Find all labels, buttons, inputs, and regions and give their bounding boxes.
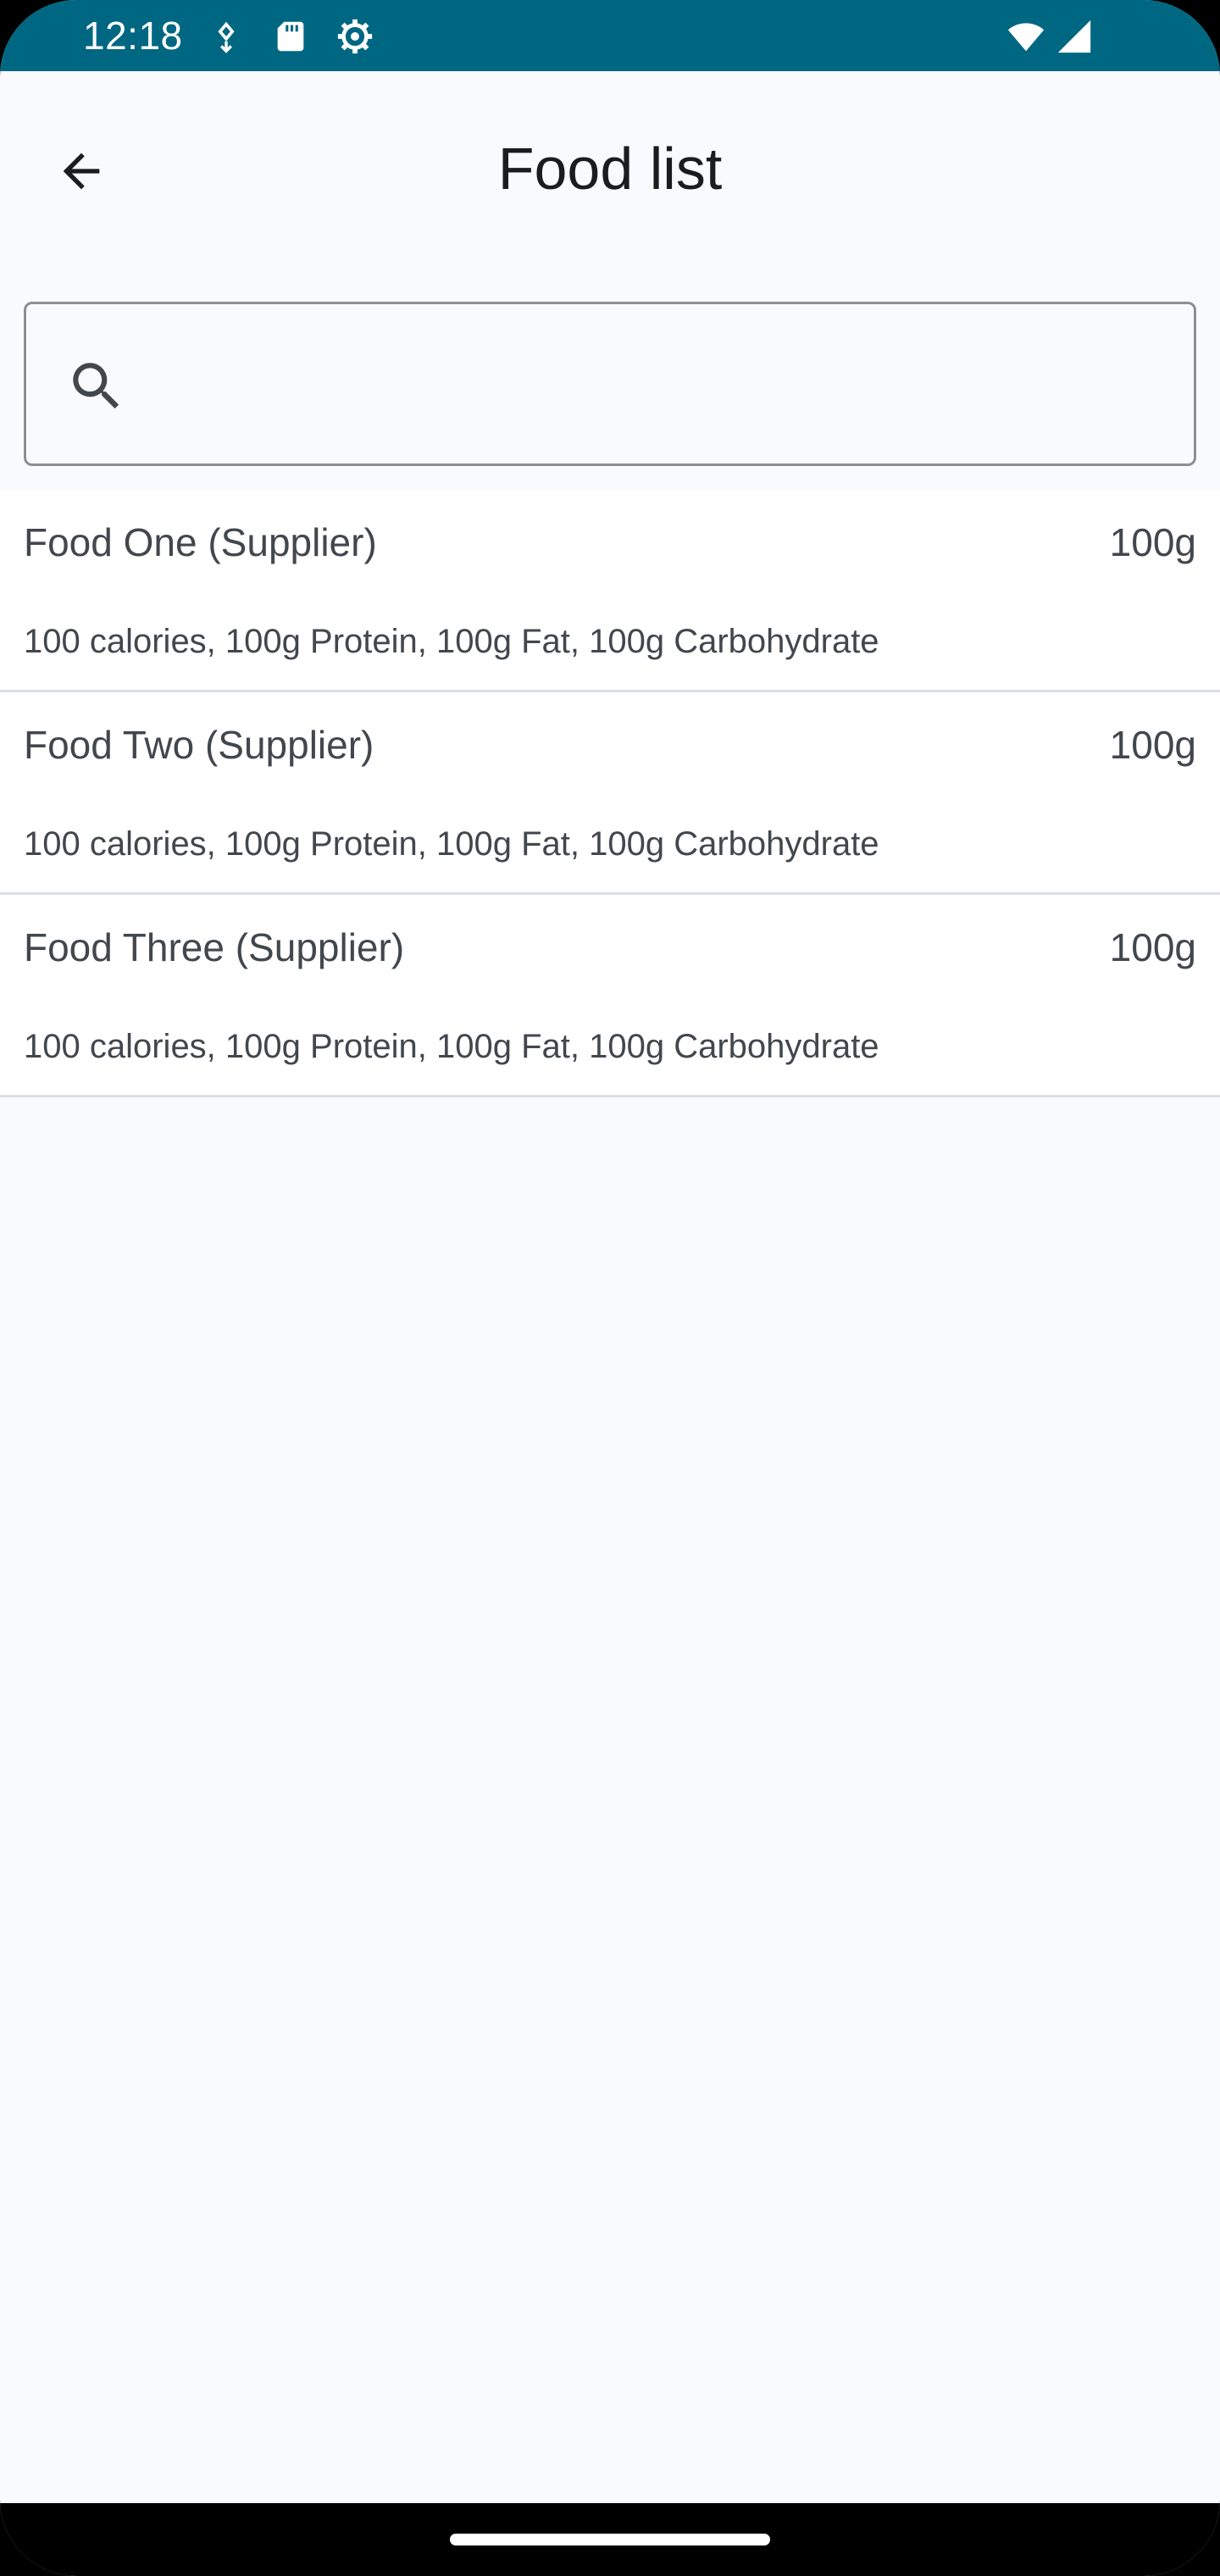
food-details: 100 calories, 100g Protein, 100g Fat, 10… [24, 1028, 879, 1065]
food-details: 100 calories, 100g Protein, 100g Fat, 10… [24, 623, 879, 660]
list-item[interactable]: Food Two (Supplier) 100g 100 calories, 1… [0, 692, 1220, 895]
page-title: Food list [497, 136, 723, 202]
search-icon [65, 355, 128, 418]
wifi-icon [1005, 17, 1047, 56]
list-item[interactable]: Food One (Supplier) 100g 100 calories, 1… [0, 490, 1220, 692]
search-field[interactable] [24, 302, 1196, 466]
search-input[interactable] [153, 338, 1170, 431]
home-gesture-handle[interactable] [450, 2534, 770, 2545]
status-time: 12:18 [83, 14, 183, 58]
food-weight: 100g [1109, 925, 1196, 969]
status-bar: 12:18 [0, 0, 1220, 71]
food-name: Food Two (Supplier) [24, 723, 374, 767]
food-weight: 100g [1109, 520, 1196, 564]
data-saver-icon [207, 17, 246, 56]
app-screen: 12:18 Food list Food One (Supplier) 100g… [0, 0, 1220, 2576]
list-item[interactable]: Food Three (Supplier) 100g 100 calories,… [0, 895, 1220, 1097]
sd-card-icon [271, 17, 310, 56]
settings-gear-icon [336, 17, 374, 56]
signal-icon [1054, 17, 1095, 56]
food-name: Food One (Supplier) [24, 520, 377, 564]
food-name: Food Three (Supplier) [24, 925, 405, 969]
food-list: Food One (Supplier) 100g 100 calories, 1… [0, 490, 1220, 1097]
food-weight: 100g [1109, 723, 1196, 767]
app-bar: Food list [0, 71, 1220, 266]
food-details: 100 calories, 100g Protein, 100g Fat, 10… [24, 825, 879, 863]
